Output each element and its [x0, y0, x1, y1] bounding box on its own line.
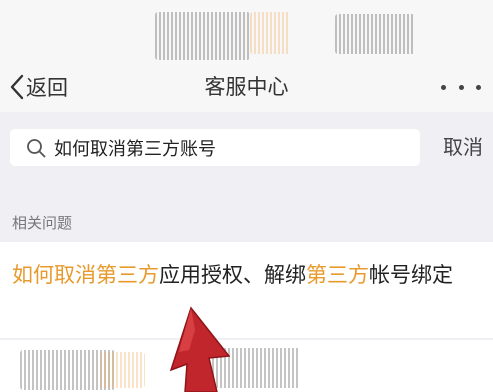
result-title-highlight: 如何取消第三方 — [12, 263, 159, 287]
search-input[interactable] — [54, 132, 384, 163]
cancel-button[interactable]: 取消 — [443, 129, 483, 166]
back-label: 返回 — [26, 76, 68, 100]
blurred-status-content — [250, 12, 290, 54]
result-title-highlight: 第三方 — [306, 263, 369, 287]
chevron-left-icon — [10, 74, 24, 100]
red-arrow-pointer-icon — [169, 306, 231, 392]
more-dot-icon — [441, 84, 446, 90]
back-button[interactable]: 返回 — [10, 70, 68, 104]
result-title-text: 帐号绑定 — [369, 263, 453, 287]
more-dot-icon — [458, 84, 464, 90]
section-label: 相关问题 — [12, 214, 73, 232]
blurred-list-content — [100, 352, 145, 388]
more-button[interactable] — [441, 74, 481, 100]
blurred-status-content — [335, 14, 415, 54]
more-dot-icon — [476, 84, 481, 90]
blurred-status-content — [155, 12, 250, 60]
search-box[interactable] — [10, 129, 420, 166]
result-item[interactable]: 如何取消第三方应用授权、解绑第三方帐号绑定 — [0, 242, 493, 338]
result-title: 如何取消第三方应用授权、解绑第三方帐号绑定 — [12, 258, 482, 292]
section-header: 相关问题 — [0, 182, 493, 242]
status-bar — [0, 0, 493, 62]
nav-bar: 客服中心 返回 — [0, 62, 493, 112]
search-area: 取消 — [0, 112, 493, 182]
page-title: 客服中心 — [204, 75, 289, 99]
search-icon — [27, 138, 46, 157]
result-title-text: 应用授权、解绑 — [159, 263, 306, 287]
